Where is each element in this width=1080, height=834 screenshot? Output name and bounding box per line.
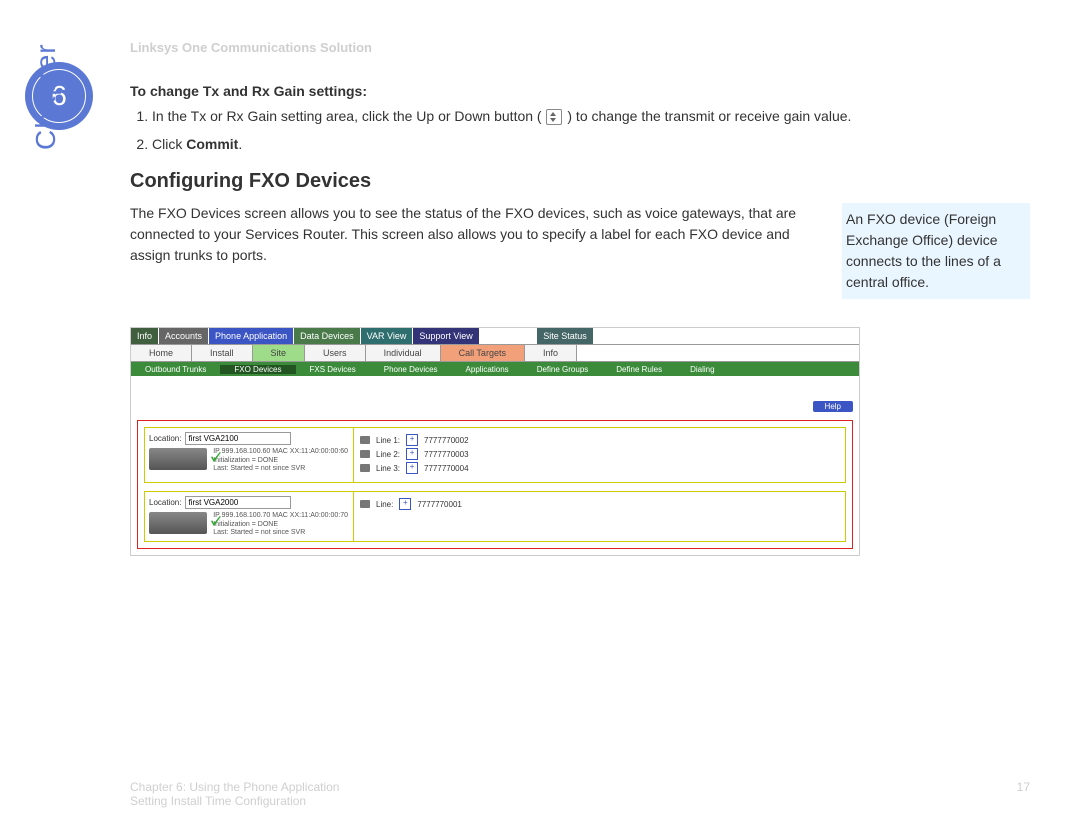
page-number: 17 (1017, 780, 1030, 794)
subtab-call-targets[interactable]: Call Targets (441, 345, 525, 361)
device-meta: IP 999.168.100.60 MAC XX:11:A0:00:00:60 … (213, 448, 348, 473)
device-image-icon (149, 448, 207, 470)
line-row: Line 1: + 7777770002 (360, 434, 839, 446)
tab-var-view[interactable]: VAR View (361, 328, 414, 344)
device-row: Location: IP 999.168.100.60 MAC XX:11:A0… (144, 427, 846, 483)
location-input[interactable] (185, 496, 291, 509)
gtab-fxo-devices[interactable]: FXO Devices (220, 365, 295, 374)
tab-accounts[interactable]: Accounts (159, 328, 209, 344)
chapter-side-label: Chapter (30, 43, 62, 150)
line-icon (360, 450, 370, 458)
step-1: In the Tx or Rx Gain setting area, click… (152, 107, 1030, 127)
green-tabs: Outbound Trunks FXO Devices FXS Devices … (131, 362, 859, 376)
gtab-outbound[interactable]: Outbound Trunks (131, 365, 220, 374)
line-row: Line 2: + 7777770003 (360, 448, 839, 460)
location-input[interactable] (185, 432, 291, 445)
commit-bold: Commit (186, 136, 238, 152)
step-2: Click Commit. (152, 135, 1030, 155)
location-label: Location: (149, 434, 181, 443)
line-row: Line 3: + 7777770004 (360, 462, 839, 474)
add-icon[interactable]: + (406, 448, 418, 460)
add-icon[interactable]: + (406, 434, 418, 446)
help-button[interactable]: Help (813, 401, 853, 412)
subtab-info[interactable]: Info (525, 345, 577, 361)
line-icon (360, 464, 370, 472)
gtab-fxs-devices[interactable]: FXS Devices (296, 365, 370, 374)
tab-l1-devices[interactable]: L1 Devices (480, 328, 538, 344)
subtab-home[interactable]: Home (131, 345, 192, 361)
gtab-define-rules[interactable]: Define Rules (602, 365, 676, 374)
add-icon[interactable]: + (399, 498, 411, 510)
top-tabs: Info Accounts Phone Application Data Dev… (131, 328, 859, 344)
screenshot-fxo-devices: Info Accounts Phone Application Data Dev… (130, 327, 860, 556)
sub-tabs: Home Install Site Users Individual Call … (131, 344, 859, 362)
tab-data-dev[interactable]: Data Devices (294, 328, 361, 344)
gtab-dialing[interactable]: Dialing (676, 365, 728, 374)
side-note: An FXO device (Foreign Exchange Office) … (842, 203, 1030, 299)
section-title: Configuring FXO Devices (130, 170, 1030, 193)
subtab-site[interactable]: Site (253, 345, 306, 361)
body-paragraph: The FXO Devices screen allows you to see… (130, 203, 822, 266)
gtab-phone-dev[interactable]: Phone Devices (370, 365, 452, 374)
line-icon (360, 500, 370, 508)
footer-chapter: Chapter 6: Using the Phone Application (130, 780, 1030, 794)
product-line: Linksys One Communications Solution (130, 40, 1030, 55)
subtab-individual[interactable]: Individual (366, 345, 441, 361)
subtab-users[interactable]: Users (305, 345, 366, 361)
line-icon (360, 436, 370, 444)
spinner-icon (546, 109, 562, 125)
steps-list: In the Tx or Rx Gain setting area, click… (130, 107, 1030, 154)
devices-panel: Location: IP 999.168.100.60 MAC XX:11:A0… (137, 420, 853, 549)
tab-info[interactable]: Info (131, 328, 159, 344)
footer-section: Setting Install Time Configuration (130, 794, 1030, 808)
page-footer: Chapter 6: Using the Phone Application S… (130, 780, 1030, 808)
gtab-define-groups[interactable]: Define Groups (523, 365, 603, 374)
line-row: Line: + 7777770001 (360, 498, 839, 510)
gtab-applications[interactable]: Applications (452, 365, 523, 374)
device-meta: IP 999.168.100.70 MAC XX:11:A0:00:00:70 … (213, 512, 348, 537)
subtab-install[interactable]: Install (192, 345, 253, 361)
add-icon[interactable]: + (406, 462, 418, 474)
tab-support[interactable]: Support View (413, 328, 479, 344)
tab-phone-app[interactable]: Phone Application (209, 328, 294, 344)
device-image-icon (149, 512, 207, 534)
location-label: Location: (149, 498, 181, 507)
subheading: To change Tx and Rx Gain settings: (130, 83, 1030, 99)
device-row: Location: IP 999.168.100.70 MAC XX:11:A0… (144, 491, 846, 542)
tab-site-status[interactable]: Site Status (537, 328, 594, 344)
